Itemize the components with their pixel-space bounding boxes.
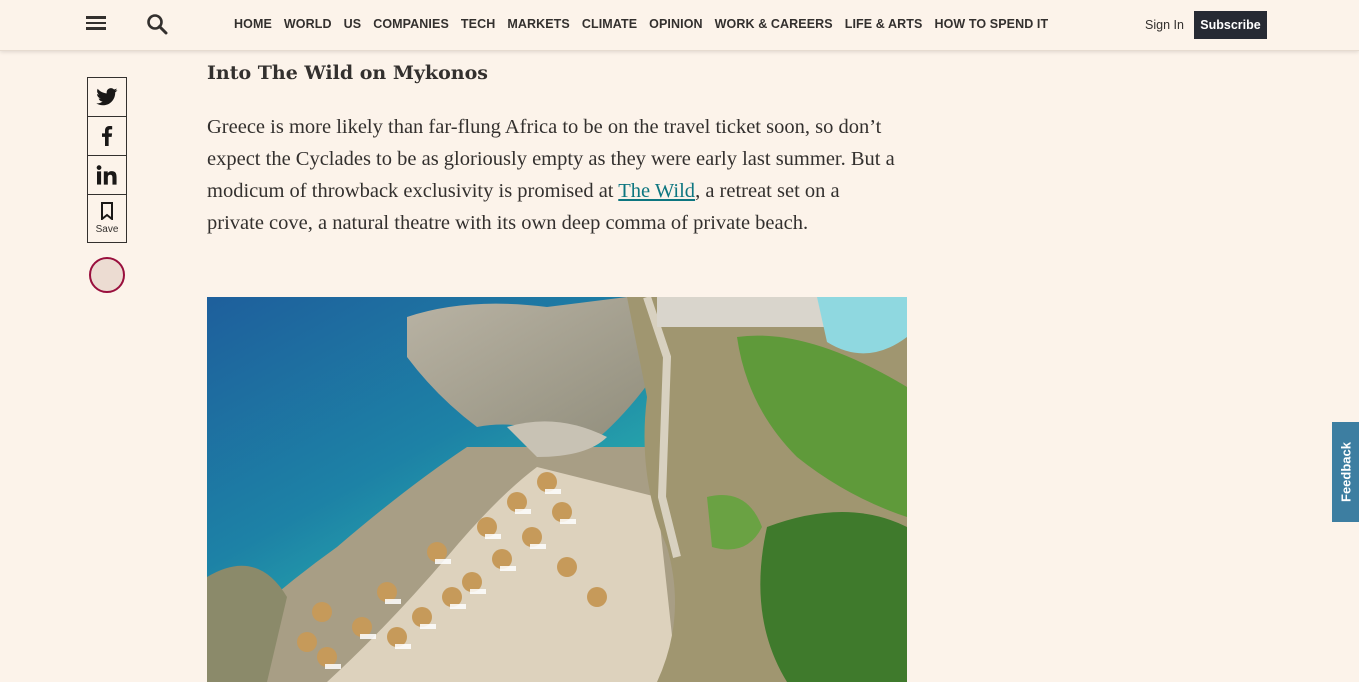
nav-us[interactable]: US <box>344 17 362 31</box>
nav-climate[interactable]: CLIMATE <box>582 17 637 31</box>
reading-progress-indicator <box>89 257 125 293</box>
facebook-share-button[interactable] <box>87 116 127 156</box>
nav-home[interactable]: HOME <box>234 17 272 31</box>
nav-companies[interactable]: COMPANIES <box>373 17 449 31</box>
linkedin-icon <box>96 165 117 185</box>
nav-world[interactable]: WORLD <box>284 17 332 31</box>
article-paragraph: Greece is more likely than far-flung Afr… <box>207 111 897 239</box>
save-article-button[interactable]: Save <box>87 194 127 243</box>
linkedin-share-button[interactable] <box>87 155 127 195</box>
sign-in-link[interactable]: Sign In <box>1145 18 1184 32</box>
nav-markets[interactable]: MARKETS <box>507 17 570 31</box>
main-nav: HOME WORLD US COMPANIES TECH MARKETS CLI… <box>234 17 1060 31</box>
nav-how-to-spend-it[interactable]: HOW TO SPEND IT <box>934 17 1048 31</box>
search-icon[interactable] <box>146 13 168 35</box>
twitter-icon <box>96 88 118 106</box>
nav-tech[interactable]: TECH <box>461 17 495 31</box>
nav-life-arts[interactable]: LIFE & ARTS <box>845 17 923 31</box>
twitter-share-button[interactable] <box>87 77 127 117</box>
the-wild-link[interactable]: The Wild <box>618 180 695 202</box>
page: HOME WORLD US COMPANIES TECH MARKETS CLI… <box>0 0 1359 682</box>
article-subheading: Into The Wild on Mykonos <box>207 62 488 84</box>
facebook-icon <box>102 126 113 146</box>
article-body: Into The Wild on Mykonos Greece is more … <box>207 57 907 239</box>
article-image-mykonos-cove <box>207 297 907 682</box>
nav-work-careers[interactable]: WORK & CAREERS <box>715 17 833 31</box>
menu-icon[interactable] <box>86 14 108 36</box>
feedback-label: Feedback <box>1338 442 1353 502</box>
site-header: HOME WORLD US COMPANIES TECH MARKETS CLI… <box>0 0 1359 51</box>
bookmark-icon <box>101 202 113 220</box>
nav-opinion[interactable]: OPINION <box>649 17 702 31</box>
save-label: Save <box>95 224 119 235</box>
subscribe-button[interactable]: Subscribe <box>1194 11 1267 39</box>
share-rail: Save <box>87 77 127 243</box>
feedback-tab[interactable]: Feedback <box>1332 422 1359 522</box>
